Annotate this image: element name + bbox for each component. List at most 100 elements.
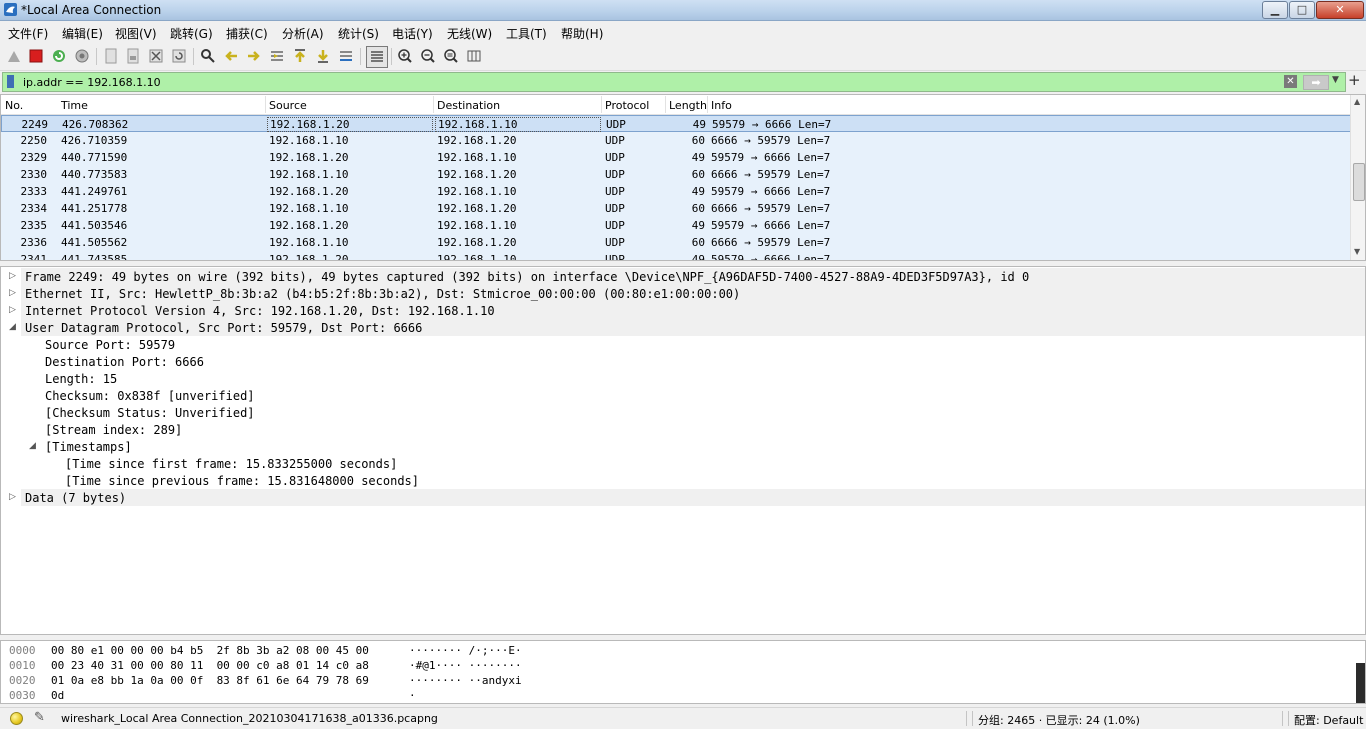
apply-filter-icon[interactable]: ➡ bbox=[1303, 75, 1329, 90]
packet-row[interactable]: 2341 441.743585 192.168.1.20 192.168.1.10 UD… bbox=[1, 251, 1351, 260]
stop-capture-icon[interactable] bbox=[27, 47, 45, 65]
clear-filter-icon[interactable]: ✕ bbox=[1284, 75, 1297, 88]
packet-cell-info: 6666 → 59579 Len=7 bbox=[711, 134, 831, 147]
go-last-icon[interactable] bbox=[314, 47, 332, 65]
menu-telephony[interactable]: 电话(Y) bbox=[392, 25, 433, 42]
menu-view[interactable]: 视图(V) bbox=[115, 25, 157, 42]
autoscroll-icon[interactable] bbox=[337, 47, 355, 65]
hex-dump-row[interactable]: 0000 00 80 e1 00 00 00 b4 b5 2f 8b 3b a2 … bbox=[1, 643, 1351, 658]
packet-row[interactable]: 2249 426.708362 192.168.1.20 192.168.1.10 UD… bbox=[1, 115, 1351, 132]
menu-go[interactable]: 跳转(G) bbox=[170, 25, 213, 42]
expert-info-led-icon[interactable] bbox=[10, 712, 23, 725]
restart-capture-icon[interactable] bbox=[50, 47, 68, 65]
column-header-no[interactable]: No. bbox=[5, 99, 23, 112]
packet-cell-info: 59579 → 6666 Len=7 bbox=[712, 118, 832, 131]
detail-tree-item[interactable]: Length: 15 bbox=[21, 370, 1365, 387]
packet-row[interactable]: 2336 441.505562 192.168.1.10 192.168.1.20 UD… bbox=[1, 234, 1351, 251]
filter-history-dropdown-icon[interactable]: ▼ bbox=[1332, 75, 1339, 85]
menu-help[interactable]: 帮助(H) bbox=[561, 25, 603, 42]
scroll-up-icon[interactable]: ▲ bbox=[1354, 97, 1360, 106]
menu-tools[interactable]: 工具(T) bbox=[506, 25, 547, 42]
packet-row[interactable]: 2329 440.771590 192.168.1.20 192.168.1.10 UD… bbox=[1, 149, 1351, 166]
scrollbar-thumb[interactable] bbox=[1353, 163, 1365, 201]
expand-arrow-icon[interactable]: ▷ bbox=[9, 271, 16, 281]
save-file-icon[interactable] bbox=[124, 47, 142, 65]
packet-cell-info: 59579 → 6666 Len=7 bbox=[711, 185, 831, 198]
hex-dump-row[interactable]: 0020 01 0a e8 bb 1a 0a 00 0f 83 8f 61 6e … bbox=[1, 673, 1351, 688]
collapse-arrow-icon[interactable]: ◢ bbox=[9, 322, 16, 332]
scroll-down-icon[interactable]: ▼ bbox=[1354, 247, 1360, 256]
expand-arrow-icon[interactable]: ▷ bbox=[9, 305, 16, 315]
detail-tree-label: Length: 15 bbox=[45, 372, 118, 386]
packet-row[interactable]: 2250 426.710359 192.168.1.10 192.168.1.20 UD… bbox=[1, 132, 1351, 149]
column-header-info[interactable]: Info bbox=[711, 99, 732, 112]
go-back-icon[interactable] bbox=[222, 47, 240, 65]
detail-tree-item[interactable]: Frame 2249: 49 bytes on wire (392 bits),… bbox=[21, 268, 1365, 285]
detail-tree-item[interactable]: User Datagram Protocol, Src Port: 59579,… bbox=[21, 319, 1365, 336]
detail-tree-item[interactable]: Destination Port: 6666 bbox=[21, 353, 1365, 370]
packet-cell-no: 2330 bbox=[20, 168, 48, 181]
packet-row[interactable]: 2330 440.773583 192.168.1.10 192.168.1.20 UD… bbox=[1, 166, 1351, 183]
display-filter-input[interactable] bbox=[23, 73, 1273, 91]
menu-statistics[interactable]: 统计(S) bbox=[338, 25, 379, 42]
open-file-icon[interactable] bbox=[102, 47, 120, 65]
menu-capture[interactable]: 捕获(C) bbox=[226, 25, 268, 42]
status-profile[interactable]: 配置: Default bbox=[1294, 712, 1363, 728]
detail-tree-item[interactable]: [Time since first frame: 15.833255000 se… bbox=[21, 455, 1365, 472]
hex-dump-row[interactable]: 0010 00 23 40 31 00 00 80 11 00 00 c0 a8 … bbox=[1, 658, 1351, 673]
zoom-normal-icon[interactable] bbox=[442, 47, 460, 65]
detail-tree-item[interactable]: [Timestamps] bbox=[21, 438, 1365, 455]
close-file-icon[interactable] bbox=[147, 47, 165, 65]
shark-start-icon[interactable] bbox=[5, 47, 23, 65]
menu-wireless[interactable]: 无线(W) bbox=[447, 25, 492, 42]
packet-row[interactable]: 2335 441.503546 192.168.1.20 192.168.1.10 UD… bbox=[1, 217, 1351, 234]
detail-tree-item[interactable]: Internet Protocol Version 4, Src: 192.16… bbox=[21, 302, 1365, 319]
hex-offset: 0020 bbox=[9, 674, 36, 687]
detail-tree-item[interactable]: [Time since previous frame: 15.831648000… bbox=[21, 472, 1365, 489]
menu-analyze[interactable]: 分析(A) bbox=[282, 25, 324, 42]
packet-cell-src: 192.168.1.10 bbox=[269, 236, 349, 249]
capture-comment-edit-icon[interactable]: ✎ bbox=[34, 710, 45, 725]
packet-cell-len: 49 bbox=[691, 219, 705, 232]
packet-row[interactable]: 2333 441.249761 192.168.1.20 192.168.1.10 UD… bbox=[1, 183, 1351, 200]
go-first-icon[interactable] bbox=[291, 47, 309, 65]
zoom-out-icon[interactable] bbox=[419, 47, 437, 65]
go-forward-icon[interactable] bbox=[245, 47, 263, 65]
go-to-packet-icon[interactable] bbox=[268, 47, 286, 65]
capture-options-icon[interactable] bbox=[73, 47, 91, 65]
minimize-button[interactable]: ▁ bbox=[1262, 1, 1288, 19]
close-window-button[interactable]: ✕ bbox=[1316, 1, 1364, 19]
maximize-button[interactable]: □ bbox=[1289, 1, 1315, 19]
bytes-scrollbar[interactable] bbox=[1356, 663, 1365, 703]
column-header-destination[interactable]: Destination bbox=[437, 99, 500, 112]
packet-row[interactable]: 2334 441.251778 192.168.1.10 192.168.1.20 UD… bbox=[1, 200, 1351, 217]
zoom-in-icon[interactable] bbox=[396, 47, 414, 65]
hex-bytes: 00 80 e1 00 00 00 b4 b5 2f 8b 3b a2 08 0… bbox=[51, 644, 369, 657]
column-header-time[interactable]: Time bbox=[61, 99, 88, 112]
expand-arrow-icon[interactable]: ▷ bbox=[9, 492, 16, 502]
packet-list-scrollbar[interactable]: ▲ ▼ bbox=[1350, 95, 1365, 260]
expand-arrow-icon[interactable]: ▷ bbox=[9, 288, 16, 298]
reload-file-icon[interactable] bbox=[170, 47, 188, 65]
detail-tree-item[interactable]: [Checksum Status: Unverified] bbox=[21, 404, 1365, 421]
packet-cell-no: 2250 bbox=[20, 134, 48, 147]
column-header-source[interactable]: Source bbox=[269, 99, 307, 112]
menu-edit[interactable]: 编辑(E) bbox=[62, 25, 103, 42]
find-packet-icon[interactable] bbox=[199, 47, 217, 65]
detail-tree-item[interactable]: [Stream index: 289] bbox=[21, 421, 1365, 438]
detail-tree-item[interactable]: Data (7 bytes) bbox=[21, 489, 1365, 506]
resize-columns-icon[interactable] bbox=[465, 47, 483, 65]
collapse-arrow-icon[interactable]: ◢ bbox=[29, 441, 36, 451]
colorize-icon[interactable] bbox=[366, 46, 388, 68]
add-filter-button-icon[interactable]: + bbox=[1348, 71, 1361, 89]
bookmark-icon[interactable] bbox=[7, 75, 14, 88]
detail-tree-item[interactable]: Source Port: 59579 bbox=[21, 336, 1365, 353]
menu-file[interactable]: 文件(F) bbox=[8, 25, 48, 42]
column-header-protocol[interactable]: Protocol bbox=[605, 99, 649, 112]
column-header-length[interactable]: Length bbox=[669, 99, 707, 112]
detail-tree-item[interactable]: Checksum: 0x838f [unverified] bbox=[21, 387, 1365, 404]
focus-cell-outline bbox=[267, 117, 433, 132]
packet-cell-time: 441.249761 bbox=[61, 185, 128, 198]
detail-tree-item[interactable]: Ethernet II, Src: HewlettP_8b:3b:a2 (b4:… bbox=[21, 285, 1365, 302]
hex-dump-row[interactable]: 0030 0d · bbox=[1, 688, 1351, 703]
